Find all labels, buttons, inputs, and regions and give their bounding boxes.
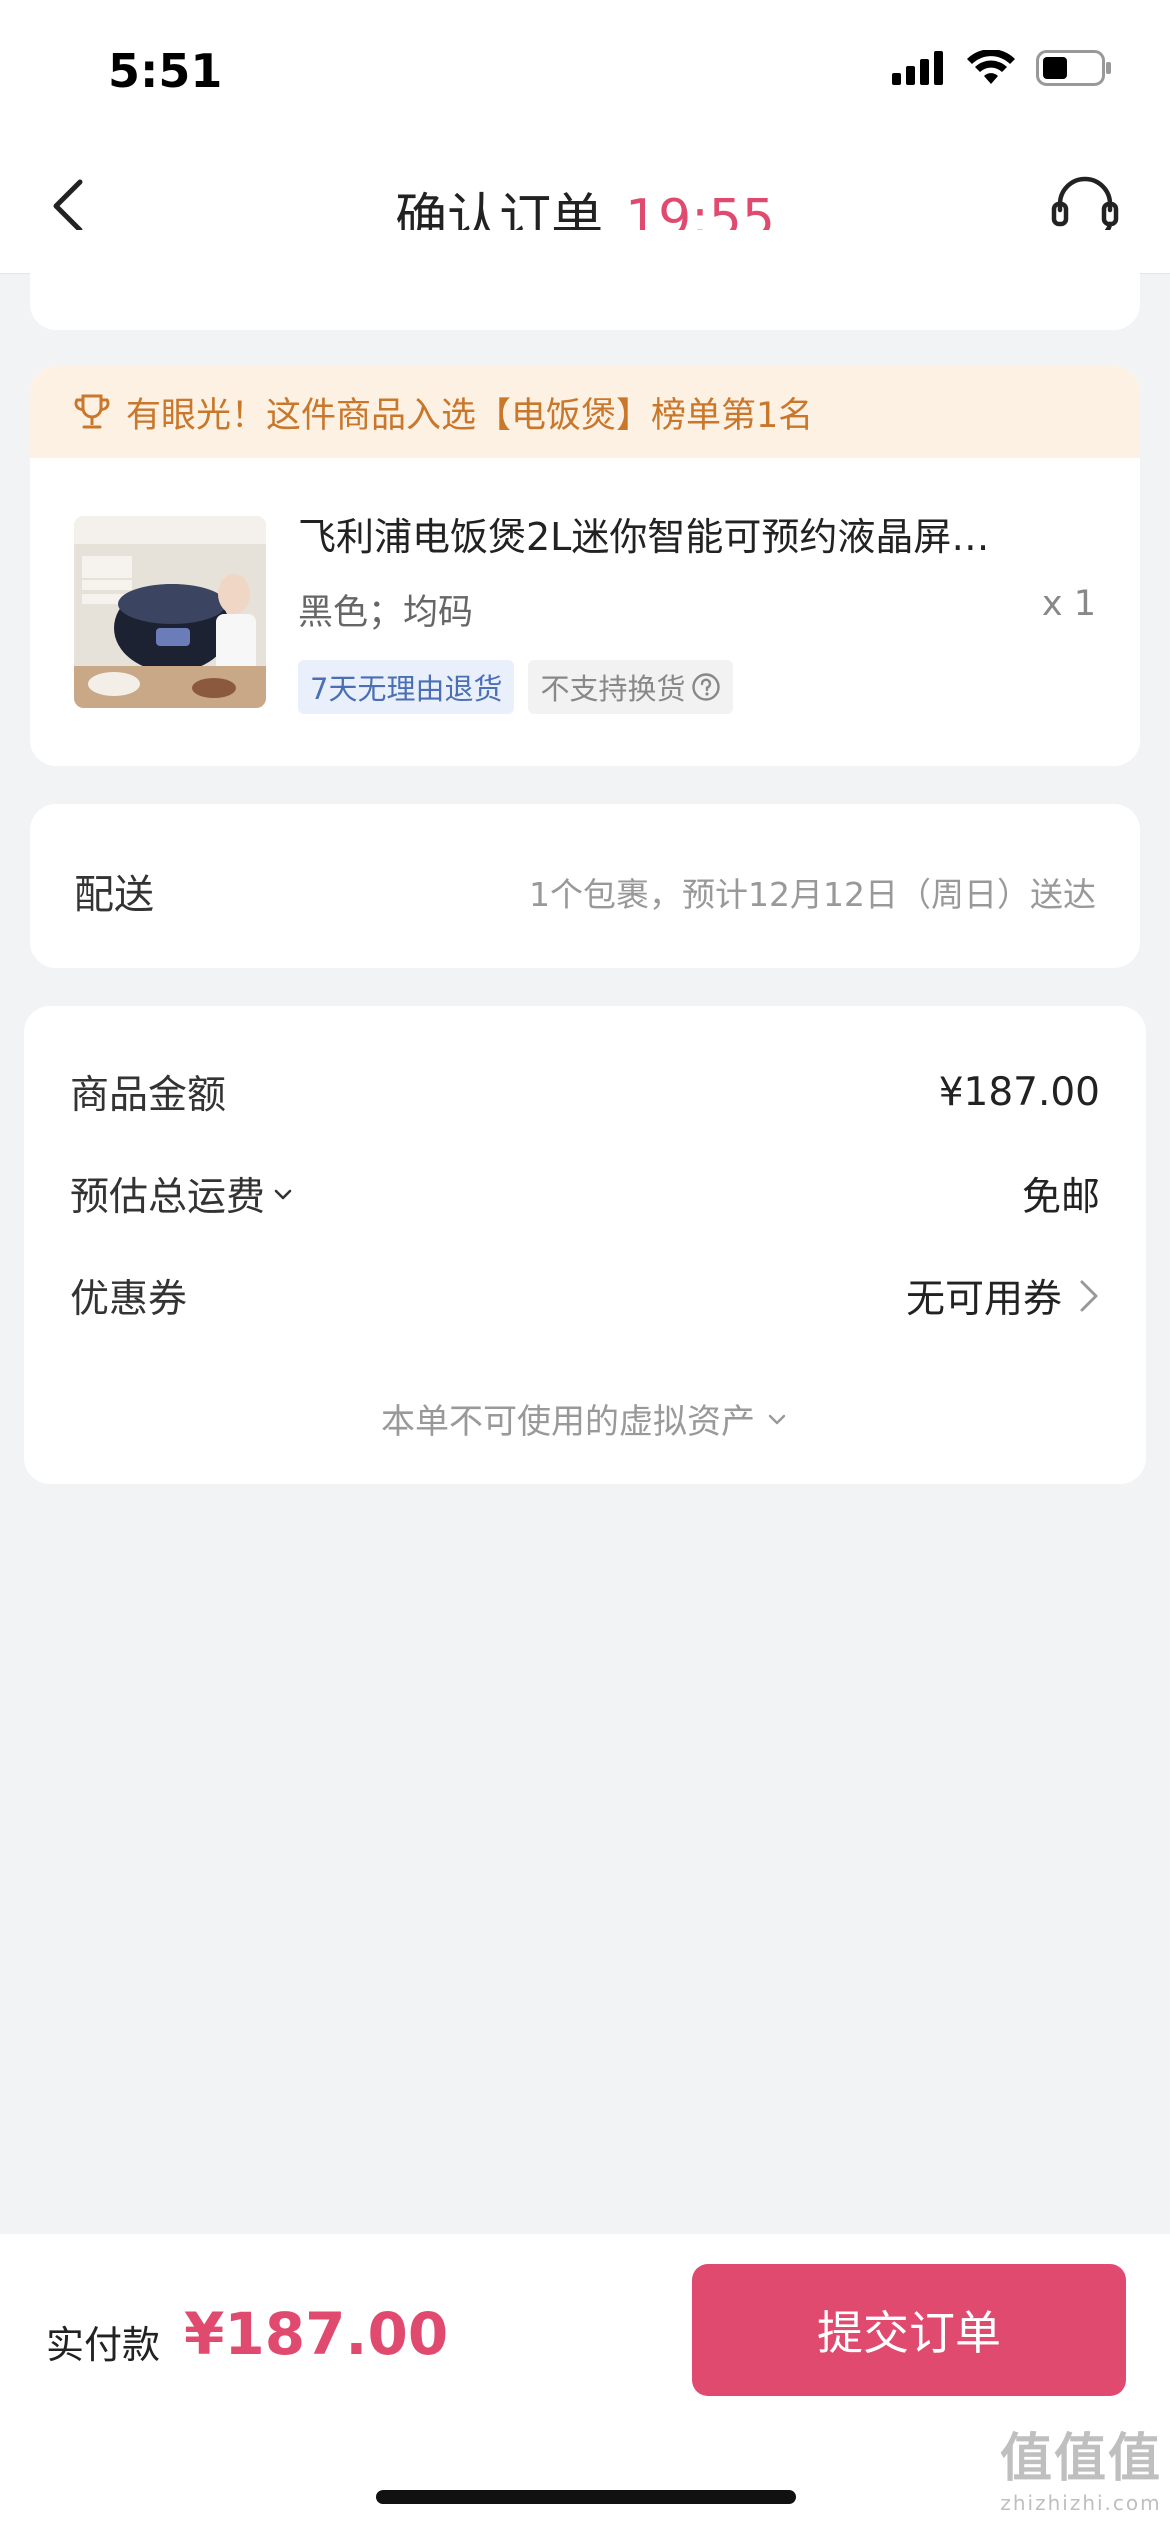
- virtual-assets-toggle[interactable]: 本单不可使用的虚拟资产: [24, 1394, 1146, 1443]
- coupon-value-group[interactable]: 无可用券: [906, 1268, 1100, 1324]
- chevron-down-icon: [768, 1414, 786, 1424]
- shipping-label: 配送: [74, 872, 154, 918]
- virtual-assets-label: 本单不可使用的虚拟资产: [381, 1402, 755, 1442]
- shipping-card[interactable]: 配送 1个包裹，预计12月12日（周日）送达: [30, 804, 1140, 968]
- tag-return: 7天无理由退货: [298, 660, 515, 714]
- ranking-banner-text: 有眼光！这件商品入选【电饭煲】榜单第1名: [126, 395, 814, 436]
- goods-amount-row: 商品金额 ¥187.00: [70, 1064, 1100, 1120]
- product-quantity: x 1: [1041, 584, 1096, 624]
- submit-order-button[interactable]: 提交订单: [692, 2264, 1126, 2396]
- coupon-label: 优惠券: [70, 1277, 188, 1322]
- ranking-banner[interactable]: 有眼光！这件商品入选【电饭煲】榜单第1名: [30, 366, 1140, 458]
- trophy-icon: [74, 394, 110, 429]
- address-card-partial: [30, 230, 1140, 330]
- tag-exchange-label: 不支持换货: [540, 672, 686, 706]
- tag-exchange[interactable]: 不支持换货: [528, 660, 734, 714]
- product-card[interactable]: 有眼光！这件商品入选【电饭煲】榜单第1名 飞利浦电饭煲2L迷你智能可预约液晶屏……: [30, 366, 1140, 766]
- checkout-bar: 实付款 ¥187.00 提交订单 值值值 zhizhizhi.com: [0, 2234, 1170, 2532]
- signal-icon: [892, 51, 943, 85]
- product-image[interactable]: [74, 516, 266, 708]
- freight-label-group[interactable]: 预估总运费: [70, 1166, 295, 1222]
- goods-amount-label: 商品金额: [70, 1073, 227, 1118]
- product-spec: 黑色；均码: [298, 593, 474, 633]
- chevron-right-icon: [1080, 1280, 1098, 1312]
- status-icons: [892, 50, 1112, 86]
- help-icon[interactable]: [691, 672, 721, 702]
- watermark: 值值值 zhizhizhi.com: [1000, 2416, 1162, 2515]
- coupon-value: 无可用券: [905, 1277, 1062, 1322]
- wifi-icon: [967, 50, 1015, 84]
- pay-label: 实付款: [46, 2323, 161, 2367]
- product-name[interactable]: 飞利浦电饭煲2L迷你智能可预约液晶屏…: [298, 506, 1088, 561]
- order-confirm-page: 5:51 确认订单 19:55 有眼光！这件商品入选【电饭煲】榜单第1名 飞利浦…: [0, 0, 1170, 2532]
- chevron-down-icon: [274, 1189, 292, 1200]
- freight-label: 预估总运费: [70, 1175, 266, 1220]
- status-bar: 5:51: [0, 0, 1170, 140]
- price-summary-card: 商品金额 ¥187.00 预估总运费 免邮 优惠券 无可用券 本单不可使用的虚拟…: [24, 1006, 1146, 1484]
- service-tags: 7天无理由退货 不支持换货: [298, 660, 734, 714]
- status-time: 5:51: [108, 44, 223, 98]
- watermark-url: zhizhizhi.com: [1000, 2491, 1162, 2515]
- shipping-estimate: 1个包裹，预计12月12日（周日）送达: [529, 875, 1096, 914]
- watermark-logo: 值值值: [999, 2429, 1162, 2489]
- goods-amount-value: ¥187.00: [938, 1069, 1100, 1115]
- rice-cooker-image: [74, 516, 266, 708]
- coupon-row[interactable]: 优惠券 无可用券: [70, 1268, 1100, 1324]
- pay-amount: ¥187.00: [184, 2300, 449, 2368]
- home-indicator: [376, 2490, 796, 2504]
- battery-icon: [1036, 50, 1111, 86]
- freight-value: 免邮: [1021, 1175, 1100, 1220]
- freight-row[interactable]: 预估总运费 免邮: [70, 1166, 1100, 1222]
